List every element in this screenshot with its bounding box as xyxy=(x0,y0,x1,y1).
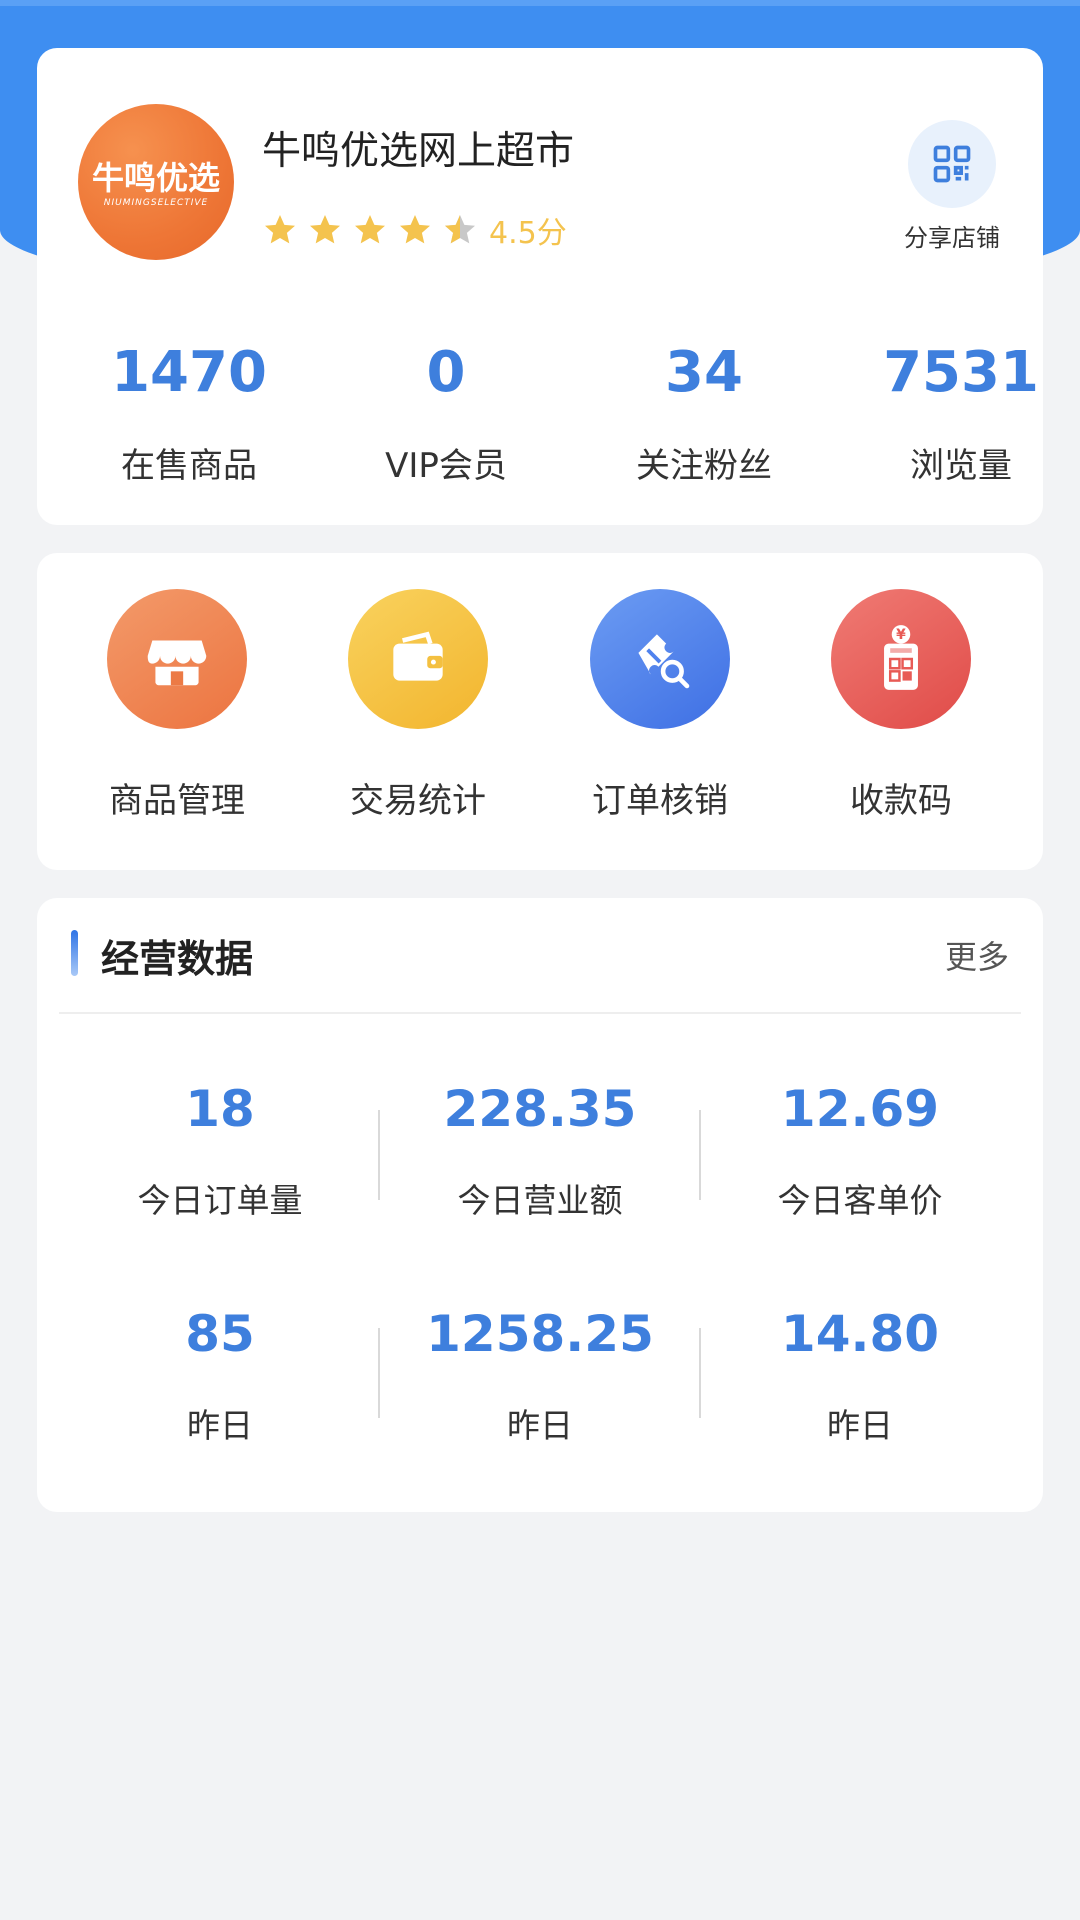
ticket-search-icon xyxy=(590,589,730,729)
metric-label: 昨日 xyxy=(187,1406,253,1445)
metric-value: 85 xyxy=(185,1305,255,1363)
metric-value: 12.69 xyxy=(780,1080,940,1138)
section-divider xyxy=(59,1012,1021,1014)
stat-followers[interactable]: 34 关注粉丝 xyxy=(584,338,824,487)
share-store-button[interactable]: 分享店铺 xyxy=(892,120,1012,260)
section-accent-bar xyxy=(71,930,78,976)
stat-label: 关注粉丝 xyxy=(636,446,772,486)
store-card: 牛鸣优选 NIUMINGSELECTIVE 牛鸣优选网上超市 4.5分 分享店铺… xyxy=(37,48,1043,525)
metric-today-revenue: 228.35 今日营业额 xyxy=(380,1078,700,1222)
star-icon xyxy=(310,215,340,244)
stat-value: 34 xyxy=(665,340,743,405)
store-logo-text: 牛鸣优选 xyxy=(91,159,220,197)
metric-yesterday-revenue: 1258.25 昨日 xyxy=(380,1303,700,1447)
order-verification-button[interactable]: 订单核销 xyxy=(540,589,780,822)
stat-value: 0 xyxy=(426,340,466,405)
rating-score: 4.5分 xyxy=(489,216,567,251)
metric-label: 昨日 xyxy=(507,1406,573,1445)
wallet-icon xyxy=(348,589,488,729)
action-label: 订单核销 xyxy=(592,781,728,821)
metric-label: 今日营业额 xyxy=(457,1181,623,1220)
store-icon xyxy=(107,589,247,729)
stat-label: 浏览量 xyxy=(910,446,1012,486)
star-icon xyxy=(355,215,385,244)
transaction-stats-button[interactable]: 交易统计 xyxy=(298,589,538,822)
metric-today-orders: 18 今日订单量 xyxy=(60,1078,380,1222)
metric-value: 14.80 xyxy=(780,1305,940,1363)
action-label: 收款码 xyxy=(850,781,952,821)
metric-value: 228.35 xyxy=(443,1080,637,1138)
half-star-icon xyxy=(445,215,475,244)
stat-vip-members[interactable]: 0 VIP会员 xyxy=(326,338,566,487)
more-link[interactable]: 更多 xyxy=(945,932,1009,978)
product-management-button[interactable]: 商品管理 xyxy=(57,589,297,822)
metric-label: 今日客单价 xyxy=(777,1181,943,1220)
quick-actions-card: 商品管理 交易统计 订单核销 ¥ 收款码 xyxy=(37,553,1043,870)
action-label: 商品管理 xyxy=(109,781,245,821)
star-icon xyxy=(400,215,430,244)
svg-text:¥: ¥ xyxy=(896,627,906,643)
stat-label: VIP会员 xyxy=(385,446,507,486)
action-label: 交易统计 xyxy=(350,781,486,821)
store-logo: 牛鸣优选 NIUMINGSELECTIVE xyxy=(78,104,234,260)
store-logo-subtext: NIUMINGSELECTIVE xyxy=(103,198,209,208)
stat-page-views[interactable]: 7531 浏览量 xyxy=(841,338,1080,487)
section-title: 经营数据 xyxy=(101,937,254,981)
payment-code-button[interactable]: ¥ 收款码 xyxy=(781,589,1021,822)
metric-yesterday-orders: 85 昨日 xyxy=(60,1303,380,1447)
stat-products-on-sale[interactable]: 1470 在售商品 xyxy=(69,338,309,487)
store-name: 牛鸣优选网上超市 xyxy=(262,129,575,174)
metric-label: 今日订单量 xyxy=(137,1181,303,1220)
share-store-label: 分享店铺 xyxy=(904,224,1000,252)
store-stats: 1470 在售商品 0 VIP会员 34 关注粉丝 7531 浏览量 xyxy=(37,338,1043,488)
store-rating: 4.5分 xyxy=(262,210,567,251)
stat-label: 在售商品 xyxy=(121,446,257,486)
metric-value: 1258.25 xyxy=(426,1305,654,1363)
stat-value: 1470 xyxy=(111,340,267,405)
business-data-card: 经营数据 更多 18 今日订单量 228.35 今日营业额 12.69 今日客单… xyxy=(37,898,1043,1512)
star-icon xyxy=(265,215,295,244)
metric-label: 昨日 xyxy=(827,1406,893,1445)
payment-qr-icon: ¥ xyxy=(831,589,971,729)
metric-today-avg-price: 12.69 今日客单价 xyxy=(700,1078,1020,1222)
metric-yesterday-avg-price: 14.80 昨日 xyxy=(700,1303,1020,1447)
metric-value: 18 xyxy=(185,1080,255,1138)
stat-value: 7531 xyxy=(883,340,1039,405)
qr-code-icon xyxy=(908,120,996,208)
